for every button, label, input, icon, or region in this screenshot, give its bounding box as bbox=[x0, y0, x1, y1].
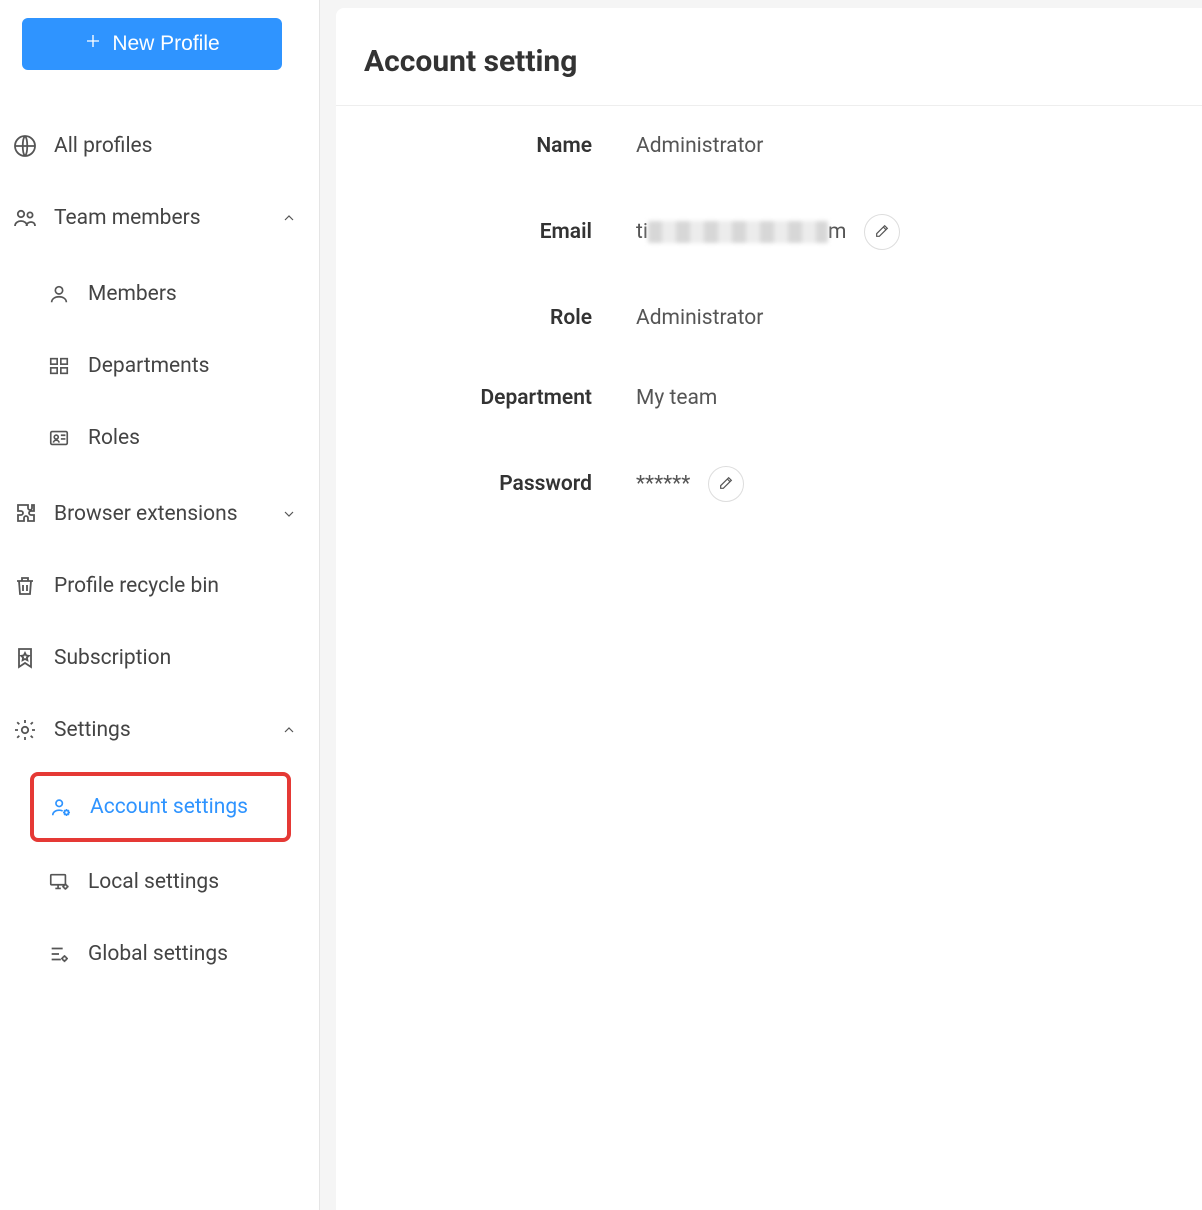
field-value: Administrator bbox=[636, 134, 763, 158]
sliders-gear-icon bbox=[46, 941, 72, 967]
sidebar-item-settings[interactable]: Settings bbox=[0, 694, 319, 766]
monitor-gear-icon bbox=[46, 869, 72, 895]
plus-icon bbox=[84, 32, 102, 56]
field-label: Department bbox=[336, 386, 636, 410]
chevron-down-icon bbox=[279, 504, 299, 524]
sidebar-subitem-roles[interactable]: Roles bbox=[0, 406, 319, 470]
sidebar-item-label: Departments bbox=[88, 354, 210, 378]
gear-icon bbox=[12, 717, 38, 743]
sidebar-item-all-profiles[interactable]: All profiles bbox=[0, 110, 319, 182]
edit-icon bbox=[874, 223, 890, 242]
field-value: Administrator bbox=[636, 306, 763, 330]
sidebar-item-label: Subscription bbox=[54, 646, 299, 670]
user-gear-icon bbox=[48, 794, 74, 820]
sidebar-item-recycle-bin[interactable]: Profile recycle bin bbox=[0, 550, 319, 622]
departments-icon bbox=[46, 353, 72, 379]
field-label: Email bbox=[336, 220, 636, 244]
edit-icon bbox=[718, 475, 734, 494]
new-profile-button[interactable]: New Profile bbox=[22, 18, 282, 70]
sidebar-subitem-members[interactable]: Members bbox=[0, 262, 319, 326]
redacted-text bbox=[648, 221, 828, 243]
sidebar-item-label: Browser extensions bbox=[54, 502, 279, 526]
edit-password-button[interactable] bbox=[708, 466, 744, 502]
field-value: ti m bbox=[636, 214, 900, 250]
sidebar-item-team-members[interactable]: Team members bbox=[0, 182, 319, 254]
new-profile-label: New Profile bbox=[112, 32, 219, 56]
field-label: Role bbox=[336, 306, 636, 330]
sidebar-item-label: Roles bbox=[88, 426, 140, 450]
password-mask: ****** bbox=[636, 472, 690, 496]
sidebar-subitem-departments[interactable]: Departments bbox=[0, 334, 319, 398]
field-department: Department My team bbox=[336, 358, 1202, 438]
sidebar-item-label: Settings bbox=[54, 718, 279, 742]
field-name: Name Administrator bbox=[336, 106, 1202, 186]
sidebar-subitem-local-settings[interactable]: Local settings bbox=[0, 850, 319, 914]
content-card: Account setting Name Administrator Email… bbox=[336, 8, 1202, 1210]
email-suffix: m bbox=[828, 220, 846, 244]
users-icon bbox=[12, 205, 38, 231]
sidebar-item-label: Profile recycle bin bbox=[54, 574, 299, 598]
sidebar: New Profile All profiles Team members Me… bbox=[0, 0, 320, 1210]
field-password: Password ****** bbox=[336, 438, 1202, 530]
globe-icon bbox=[12, 133, 38, 159]
sidebar-item-label: Team members bbox=[54, 206, 279, 230]
highlighted-nav-box: Account settings bbox=[30, 772, 291, 842]
sidebar-item-subscription[interactable]: Subscription bbox=[0, 622, 319, 694]
sidebar-item-label: Members bbox=[88, 282, 177, 306]
puzzle-icon bbox=[12, 501, 38, 527]
sidebar-item-label: Global settings bbox=[88, 942, 228, 966]
main-content: Account setting Name Administrator Email… bbox=[320, 0, 1202, 1210]
sidebar-item-label: Account settings bbox=[90, 795, 248, 819]
edit-email-button[interactable] bbox=[864, 214, 900, 250]
user-icon bbox=[46, 281, 72, 307]
page-title: Account setting bbox=[336, 44, 1202, 106]
field-label: Name bbox=[336, 134, 636, 158]
sidebar-item-label: Local settings bbox=[88, 870, 219, 894]
id-card-icon bbox=[46, 425, 72, 451]
sidebar-subitem-global-settings[interactable]: Global settings bbox=[0, 922, 319, 986]
bookmark-star-icon bbox=[12, 645, 38, 671]
field-value: ****** bbox=[636, 466, 744, 502]
sidebar-item-label: All profiles bbox=[54, 134, 299, 158]
chevron-up-icon bbox=[279, 720, 299, 740]
field-value: My team bbox=[636, 386, 717, 410]
field-email: Email ti m bbox=[336, 186, 1202, 278]
sidebar-item-browser-extensions[interactable]: Browser extensions bbox=[0, 478, 319, 550]
chevron-up-icon bbox=[279, 208, 299, 228]
field-label: Password bbox=[336, 472, 636, 496]
field-role: Role Administrator bbox=[336, 278, 1202, 358]
sidebar-subitem-account-settings[interactable]: Account settings bbox=[34, 776, 287, 838]
email-prefix: ti bbox=[636, 220, 648, 244]
trash-icon bbox=[12, 573, 38, 599]
